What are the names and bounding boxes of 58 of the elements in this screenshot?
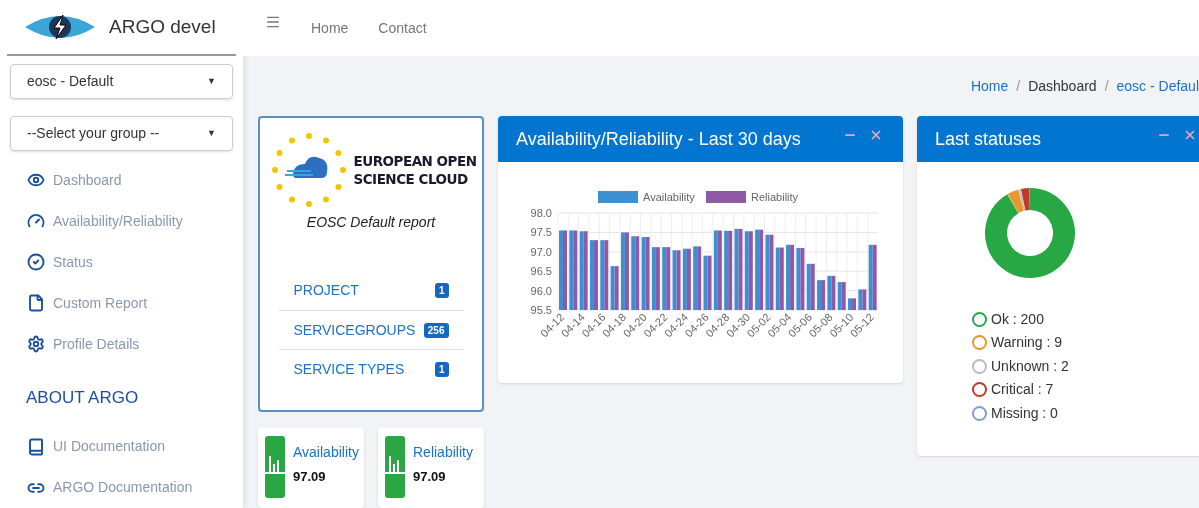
brand-title: ARGO devel bbox=[109, 14, 216, 39]
count-badge: 256 bbox=[423, 322, 449, 338]
legend-label: Ok : 200 bbox=[991, 309, 1044, 329]
legend-label: Missing : 0 bbox=[991, 403, 1058, 423]
y-tick-label: 95.5 bbox=[530, 304, 552, 316]
y-tick-label: 98.0 bbox=[530, 207, 552, 219]
legend-label: Reliability bbox=[751, 191, 799, 203]
legend-label: Availability bbox=[643, 191, 696, 203]
tile-value: 97.09 bbox=[413, 468, 447, 486]
close-icon[interactable] bbox=[1183, 128, 1197, 142]
caret-icon: ▼ bbox=[207, 74, 216, 89]
sidebar-item[interactable]: Status bbox=[27, 251, 243, 273]
breadcrumb-separator: / bbox=[1015, 77, 1022, 96]
sidebar-item[interactable]: Custom Report bbox=[27, 292, 243, 314]
book-icon bbox=[27, 437, 45, 456]
file-icon bbox=[27, 294, 45, 312]
y-tick-label: 96.0 bbox=[530, 284, 552, 297]
y-tick-label: 96.5 bbox=[530, 265, 552, 278]
y-tick-label: 97.0 bbox=[530, 245, 552, 258]
legend-label: Warning : 9 bbox=[991, 333, 1063, 353]
select-field[interactable]: --Select your group -- ▼ bbox=[10, 116, 233, 151]
sidebar-item[interactable]: Dashboard bbox=[27, 169, 243, 191]
sidebar-item[interactable]: Availability/Reliability bbox=[27, 210, 243, 232]
sidebar-item[interactable]: Profile Details bbox=[27, 333, 243, 355]
nav-link[interactable]: Home bbox=[311, 17, 349, 39]
select-field[interactable]: eosc - Default ▼ bbox=[10, 64, 233, 99]
legend-label: Critical : 7 bbox=[991, 380, 1054, 400]
gauge-icon bbox=[27, 212, 45, 230]
eye-icon bbox=[27, 171, 45, 189]
breadcrumb-link[interactable]: Home bbox=[970, 76, 1009, 116]
breadcrumb-separator: / bbox=[1103, 77, 1110, 96]
y-tick-label: 97.5 bbox=[530, 226, 552, 239]
caret-icon: ▼ bbox=[207, 126, 216, 141]
breadcrumb-current: Dashboard bbox=[1028, 77, 1097, 96]
sidebar-item[interactable]: UI Documentation bbox=[27, 435, 243, 458]
close-icon[interactable] bbox=[869, 128, 883, 142]
bar-chart-icon bbox=[385, 436, 405, 498]
tile-value: 97.09 bbox=[293, 468, 327, 486]
card-title: Availability/Reliability - Last 30 days bbox=[516, 127, 801, 151]
tile-label: Reliability bbox=[413, 443, 473, 462]
report-link[interactable]: SERVICE TYPES bbox=[293, 358, 405, 380]
section-title: ABOUT ARGO bbox=[25, 387, 140, 409]
check-circle-icon bbox=[27, 253, 45, 271]
report-link[interactable]: PROJECT bbox=[293, 280, 359, 301]
report-caption: EOSC Default report bbox=[306, 213, 436, 232]
count-badge: 1 bbox=[434, 361, 449, 377]
logo-text: EUROPEAN OPEN SCIENCE CLOUD bbox=[353, 152, 477, 188]
bar-chart-icon bbox=[265, 436, 285, 498]
legend-label: Unknown : 2 bbox=[991, 356, 1069, 376]
count-badge: 1 bbox=[434, 283, 449, 298]
nav-link[interactable]: Contact bbox=[378, 17, 427, 39]
breadcrumb-link[interactable]: eosc - Defaul bbox=[1116, 76, 1199, 116]
gear-icon bbox=[27, 335, 45, 353]
card-title: Last statuses bbox=[935, 127, 1042, 151]
menu-icon[interactable] bbox=[265, 14, 281, 30]
report-link[interactable]: SERVICEGROUPS bbox=[293, 319, 416, 341]
tile-label: Availability bbox=[293, 443, 359, 462]
sidebar-item[interactable]: ARGO Documentation bbox=[27, 476, 243, 499]
